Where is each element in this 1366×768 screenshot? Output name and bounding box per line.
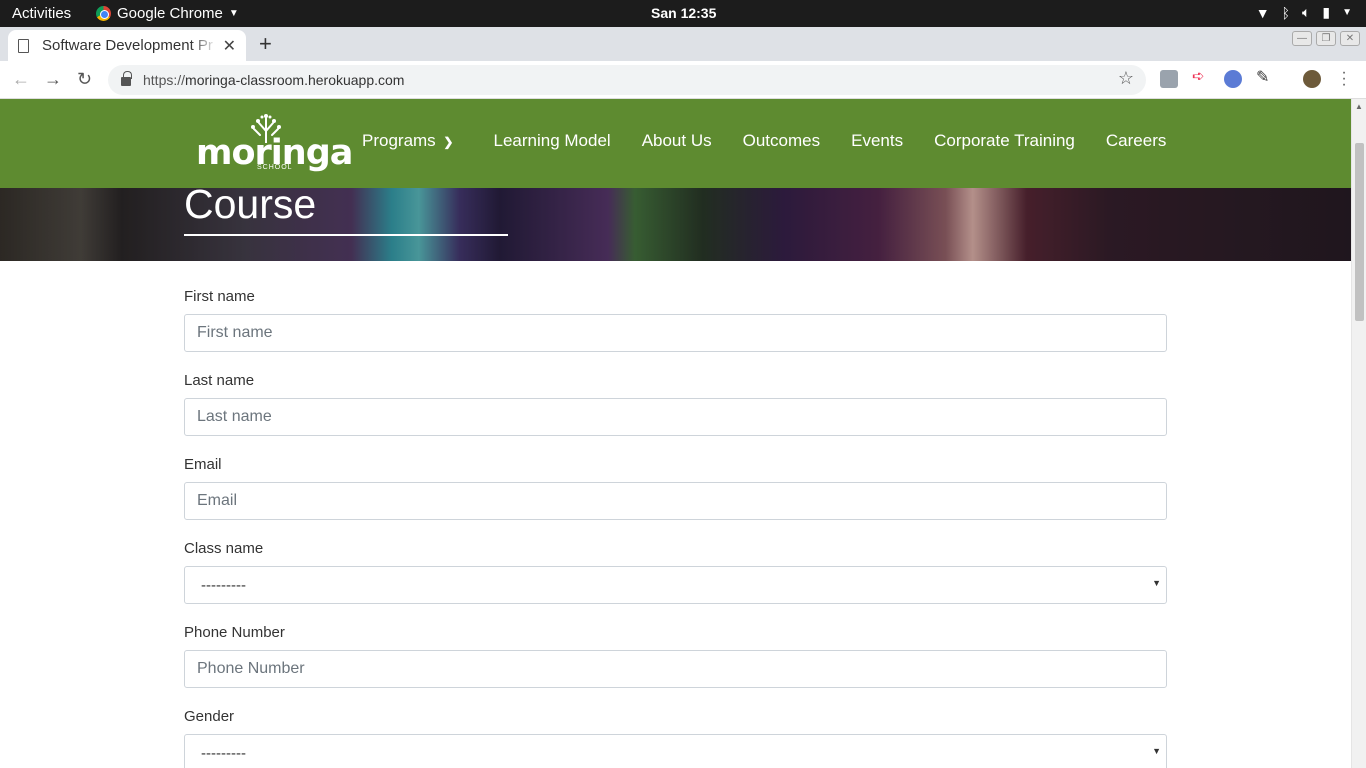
tab-title: Software Development Pr bbox=[42, 37, 213, 54]
gender-group: Gender --------- ▼ bbox=[184, 707, 1167, 768]
pencil-icon[interactable]: ✎ bbox=[1256, 67, 1274, 86]
phone-input[interactable]: Phone Number bbox=[184, 650, 1167, 688]
chevron-down-icon: ▼ bbox=[1342, 7, 1352, 18]
registration-form: First name First name Last name Last nam… bbox=[184, 287, 1167, 768]
last-name-group: Last name Last name bbox=[184, 371, 1167, 436]
back-arrow-icon[interactable]: ← bbox=[12, 69, 30, 90]
nav-item-corporate-training[interactable]: Corporate Training bbox=[934, 131, 1075, 151]
nav-item-careers[interactable]: Careers bbox=[1106, 131, 1166, 151]
phone-group: Phone Number Phone Number bbox=[184, 623, 1167, 688]
extension-profile-icon[interactable] bbox=[1160, 70, 1178, 88]
activities-button[interactable]: Activities bbox=[12, 5, 71, 22]
nav-item-about-us[interactable]: About Us bbox=[642, 131, 712, 151]
volume-icon: 🔈︎ bbox=[1301, 4, 1311, 20]
url-scheme: https:// bbox=[143, 72, 186, 88]
bookmark-star-icon[interactable]: ☆ bbox=[1118, 68, 1134, 89]
title-underline bbox=[184, 234, 508, 236]
gender-label: Gender bbox=[184, 708, 235, 725]
page-icon bbox=[18, 38, 29, 53]
tab-strip: Software Development Pr ✕ bbox=[0, 27, 1366, 61]
page-viewport: Course moringa SCHOOL Programs ❯ Learnin… bbox=[0, 99, 1351, 768]
email-group: Email Email bbox=[184, 455, 1167, 520]
system-tray[interactable]: ▼ ᛒ 🔈︎ ▮ ▼ bbox=[1256, 4, 1352, 21]
close-window-button[interactable]: ✕ bbox=[1340, 31, 1360, 46]
close-tab-icon[interactable]: ✕ bbox=[223, 36, 236, 56]
class-name-label: Class name bbox=[184, 540, 264, 557]
address-bar[interactable]: https:// moringa-classroom.herokuapp.com… bbox=[108, 65, 1146, 95]
browser-menu-icon[interactable]: · · · bbox=[1338, 65, 1350, 93]
select-caret-icon: ▼ bbox=[1152, 746, 1161, 756]
chrome-icon bbox=[96, 6, 111, 21]
nav-item-outcomes[interactable]: Outcomes bbox=[743, 131, 820, 151]
lock-icon bbox=[121, 71, 132, 86]
avatar[interactable] bbox=[1303, 70, 1321, 88]
extension-red-icon[interactable]: ➪ bbox=[1192, 67, 1210, 85]
logo-subtitle: SCHOOL bbox=[257, 164, 293, 171]
nav-item-learning-model[interactable]: Learning Model bbox=[493, 131, 610, 151]
window-controls: — ❐ ✕ bbox=[1292, 31, 1360, 46]
class-name-value: --------- bbox=[201, 576, 246, 594]
gender-value: --------- bbox=[201, 744, 246, 762]
first-name-input[interactable]: First name bbox=[184, 314, 1167, 352]
bluetooth-icon: ᛒ bbox=[1281, 4, 1290, 21]
nav-item-events[interactable]: Events bbox=[851, 131, 903, 151]
nav-item-programs[interactable]: Programs ❯ bbox=[362, 131, 453, 151]
browser-toolbar: ← → ↻ https:// moringa-classroom.herokua… bbox=[0, 61, 1366, 99]
email-input[interactable]: Email bbox=[184, 482, 1167, 520]
maximize-button[interactable]: ❐ bbox=[1316, 31, 1336, 46]
site-navbar: moringa SCHOOL Programs ❯ Learning Model… bbox=[0, 99, 1351, 188]
select-caret-icon: ▼ bbox=[1152, 578, 1161, 588]
reload-icon[interactable]: ↻ bbox=[77, 69, 92, 90]
app-menu[interactable]: Google Chrome ▼ bbox=[96, 5, 239, 22]
first-name-label: First name bbox=[184, 288, 255, 305]
battery-icon: ▮ bbox=[1322, 4, 1331, 20]
last-name-input[interactable]: Last name bbox=[184, 398, 1167, 436]
class-name-group: Class name --------- ▼ bbox=[184, 539, 1167, 604]
page-title: Course bbox=[184, 181, 317, 227]
url-host: moringa-classroom.herokuapp.com bbox=[185, 72, 405, 88]
forward-arrow-icon[interactable]: → bbox=[44, 69, 62, 90]
clock[interactable]: San 12:35 bbox=[651, 5, 716, 21]
main-nav: Programs ❯ Learning Model About Us Outco… bbox=[362, 131, 1166, 151]
last-name-label: Last name bbox=[184, 372, 255, 389]
scroll-up-icon[interactable]: ▲ bbox=[1355, 102, 1363, 111]
app-name: Google Chrome bbox=[117, 5, 223, 22]
system-top-bar: Activities Google Chrome ▼ San 12:35 ▼ ᛒ… bbox=[0, 0, 1366, 27]
wifi-icon: ▼ bbox=[1255, 4, 1270, 21]
scrollbar-thumb[interactable] bbox=[1355, 143, 1364, 321]
first-name-group: First name First name bbox=[184, 287, 1167, 352]
phone-label: Phone Number bbox=[184, 624, 285, 641]
chevron-down-icon: ▼ bbox=[228, 8, 239, 19]
page-scrollbar[interactable]: ▲ bbox=[1351, 99, 1366, 768]
gender-select[interactable]: --------- ▼ bbox=[184, 734, 1167, 768]
class-name-select[interactable]: --------- ▼ bbox=[184, 566, 1167, 604]
new-tab-button[interactable]: + bbox=[259, 31, 272, 57]
browser-tab[interactable]: Software Development Pr ✕ bbox=[8, 30, 246, 61]
nav-label: Programs bbox=[362, 131, 436, 150]
chevron-down-icon: ❯ bbox=[443, 135, 454, 149]
extension-info-icon[interactable] bbox=[1224, 70, 1242, 88]
moringa-logo[interactable]: moringa SCHOOL bbox=[196, 113, 353, 175]
email-label: Email bbox=[184, 456, 222, 473]
minimize-button[interactable]: — bbox=[1292, 31, 1312, 46]
